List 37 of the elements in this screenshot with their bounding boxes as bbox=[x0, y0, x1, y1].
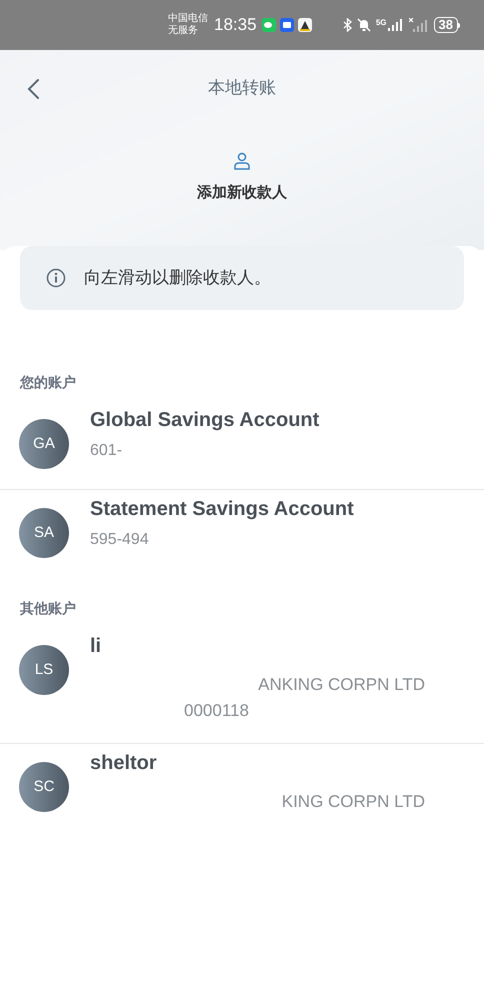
account-name: sheltor bbox=[90, 751, 158, 776]
person-icon bbox=[233, 152, 251, 170]
message-app-icon bbox=[280, 18, 294, 32]
status-time: 18:35 bbox=[214, 14, 257, 36]
avatar: LS bbox=[19, 645, 69, 695]
battery-indicator: 38 bbox=[434, 17, 458, 33]
account-row[interactable]: LS li ANKING CORPN LTD 0000118 bbox=[0, 619, 484, 744]
page-title: 本地转账 bbox=[208, 77, 276, 100]
notice-text: 向左滑动以删除收款人。 bbox=[84, 267, 271, 290]
account-number: 601- bbox=[90, 441, 124, 461]
network-label: 5G bbox=[376, 19, 387, 27]
carrier-text: 中国电信 bbox=[168, 13, 208, 25]
avatar: SC bbox=[19, 762, 69, 812]
chat-app-icon bbox=[262, 18, 276, 32]
bank-name: KING CORPN LTD bbox=[282, 791, 425, 813]
app-icon bbox=[298, 18, 312, 32]
account-row[interactable]: GA Global Savings Account 601- bbox=[0, 393, 484, 490]
back-icon[interactable] bbox=[26, 78, 40, 100]
avatar: GA bbox=[19, 419, 69, 469]
section-title: 其他账户 bbox=[19, 599, 77, 618]
account-name: Global Savings Account bbox=[90, 408, 320, 433]
account-row[interactable]: SA Statement Savings Account 595-494 bbox=[0, 490, 484, 558]
muted-bell-icon bbox=[356, 18, 371, 32]
bluetooth-icon bbox=[342, 18, 352, 32]
account-name: li bbox=[90, 634, 102, 659]
account-number: 0000118 bbox=[184, 700, 250, 722]
avatar: SA bbox=[19, 508, 69, 558]
no-signal-icon bbox=[408, 18, 429, 32]
account-row[interactable]: SC sheltor KING CORPN LTD bbox=[0, 744, 484, 814]
bank-name: ANKING CORPN LTD bbox=[258, 674, 425, 696]
info-icon bbox=[46, 268, 66, 288]
carrier-text: 无服务 bbox=[168, 25, 199, 37]
section-title: 您的账户 bbox=[18, 373, 77, 392]
add-payee-button[interactable]: 添加新收款人 bbox=[197, 152, 287, 204]
account-number: 595-494 bbox=[90, 530, 150, 550]
signal-icon bbox=[388, 19, 404, 31]
account-name: Statement Savings Account bbox=[90, 497, 355, 522]
